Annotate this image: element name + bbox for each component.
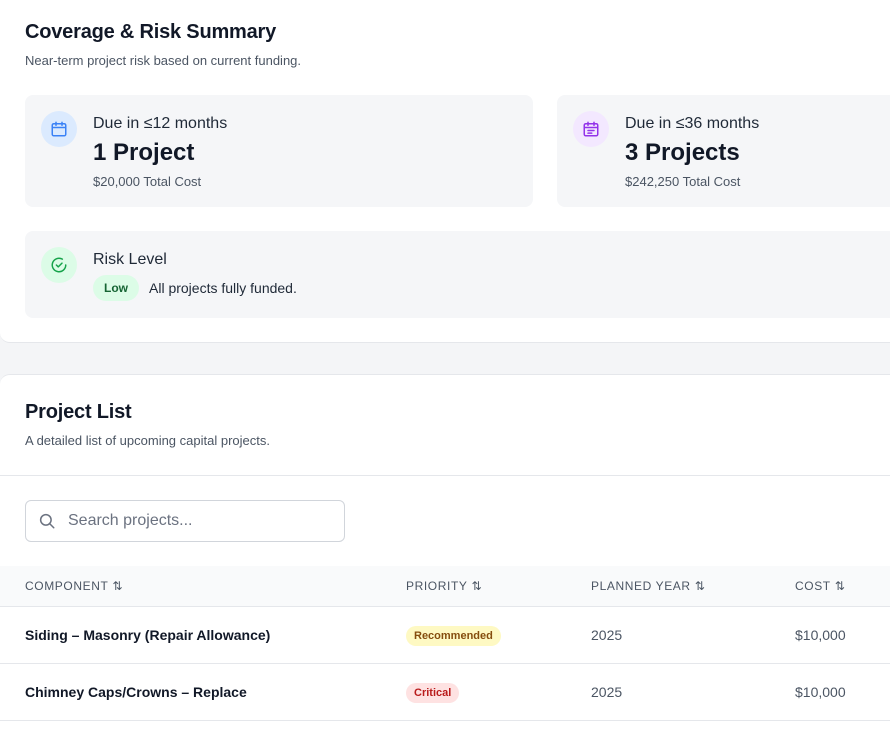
risk-level-label: Risk Level [93, 251, 167, 268]
coverage-subtitle: Near-term project risk based on current … [25, 53, 302, 68]
cost-cell: $10,000 [795, 627, 846, 643]
sort-icon: ⇅ [471, 579, 483, 593]
sort-icon: ⇅ [694, 579, 706, 593]
due-12-cost: $20,000 Total Cost [93, 174, 202, 189]
priority-badge: Recommended [406, 626, 501, 646]
risk-level-card: Risk Level Low All projects fully funded… [25, 231, 890, 318]
due-36-months-card: Due in ≤36 months 3 Projects $242,250 To… [557, 95, 890, 207]
column-planned-year[interactable]: PLANNED YEAR ⇅ [591, 579, 705, 593]
search-input[interactable] [66, 501, 340, 541]
due-12-months-card: Due in ≤12 months 1 Project $20,000 Tota… [25, 95, 533, 207]
section-divider [0, 475, 890, 476]
search-icon [39, 513, 55, 529]
table-header: COMPONENT ⇅ PRIORITY ⇅ PLANNED YEAR ⇅ CO… [0, 566, 890, 607]
sort-icon: ⇅ [112, 579, 124, 593]
project-list-title: Project List [25, 401, 132, 423]
risk-badge: Low [93, 275, 139, 301]
due-36-label: Due in ≤36 months [625, 115, 760, 132]
column-priority[interactable]: PRIORITY ⇅ [406, 579, 482, 593]
search-box [25, 500, 345, 542]
due-36-count: 3 Projects [625, 139, 740, 166]
risk-description: All projects fully funded. [149, 280, 297, 296]
project-list-subtitle: A detailed list of upcoming capital proj… [25, 433, 270, 448]
calendar-icon [41, 111, 77, 147]
calendar-list-icon [573, 111, 609, 147]
column-component[interactable]: COMPONENT ⇅ [25, 579, 123, 593]
priority-badge: Critical [406, 683, 460, 703]
due-12-label: Due in ≤12 months [93, 115, 228, 132]
year-cell: 2025 [591, 627, 623, 643]
column-cost[interactable]: COST ⇅ [795, 579, 845, 593]
component-cell: Chimney Caps/Crowns – Replace [25, 684, 247, 700]
sort-icon: ⇅ [834, 579, 846, 593]
table-row[interactable]: Siding – Masonry (Repair Allowance) Reco… [0, 607, 890, 664]
cost-cell: $10,000 [795, 684, 846, 700]
coverage-title: Coverage & Risk Summary [25, 21, 277, 43]
component-cell: Siding – Masonry (Repair Allowance) [25, 627, 271, 643]
due-36-cost: $242,250 Total Cost [625, 174, 741, 189]
year-cell: 2025 [591, 684, 623, 700]
due-12-count: 1 Project [93, 139, 195, 166]
table-row[interactable]: Chimney Caps/Crowns – Replace Critical 2… [0, 664, 890, 721]
check-circle-icon [41, 247, 77, 283]
